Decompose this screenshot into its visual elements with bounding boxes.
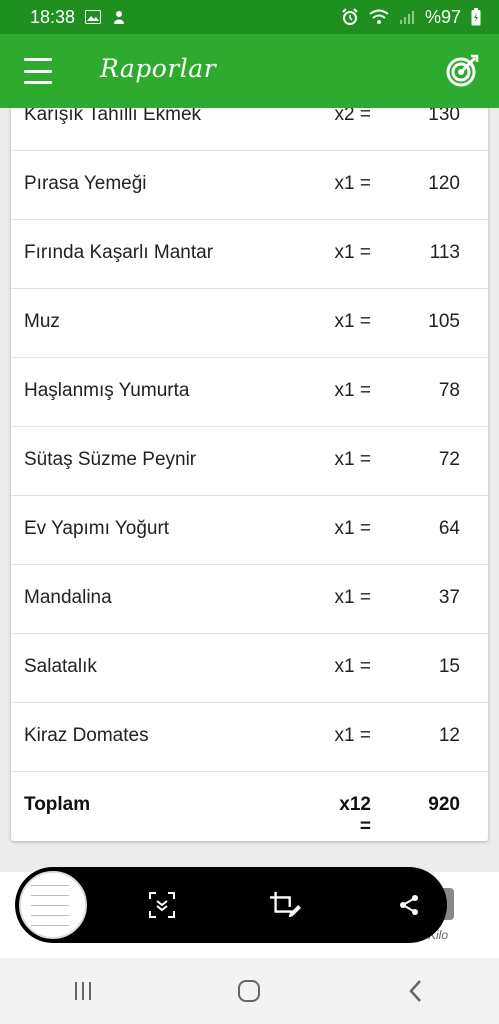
item-quantity: x1 = bbox=[334, 725, 371, 746]
scroll-capture-icon[interactable] bbox=[146, 889, 178, 921]
item-value: 12 bbox=[438, 725, 460, 746]
dog-icon bbox=[111, 9, 127, 25]
battery-icon bbox=[471, 8, 481, 26]
item-value: 64 bbox=[438, 518, 460, 539]
page-title: Raporlar bbox=[100, 54, 217, 83]
item-quantity: x1 = bbox=[334, 449, 371, 470]
menu-icon[interactable] bbox=[24, 58, 52, 84]
status-left: 18:38 bbox=[30, 7, 127, 28]
navigation-bar bbox=[0, 958, 499, 1024]
home-icon[interactable] bbox=[229, 971, 269, 1011]
item-name: Sütaş Süzme Peynir bbox=[24, 449, 197, 470]
crop-edit-icon[interactable] bbox=[269, 889, 301, 921]
item-value: 130 bbox=[428, 108, 460, 125]
list-item[interactable]: Ev Yapımı Yoğurt x1 = 64 bbox=[11, 496, 488, 565]
item-quantity: x1 = bbox=[334, 518, 371, 539]
list-item[interactable]: Fırında Kaşarlı Mantar x1 = 113 bbox=[11, 220, 488, 289]
item-value: 78 bbox=[438, 380, 460, 401]
item-name: Muz bbox=[24, 311, 60, 332]
alarm-icon bbox=[341, 8, 359, 26]
item-name: Karışık Tahıllı Ekmek bbox=[24, 108, 202, 125]
recent-apps-icon[interactable] bbox=[63, 971, 103, 1011]
status-right: %97 bbox=[341, 7, 481, 28]
item-name: Salatalık bbox=[24, 656, 97, 677]
share-icon[interactable] bbox=[393, 889, 425, 921]
total-row: Toplam x12 = 920 bbox=[11, 772, 488, 841]
app-bar: Raporlar bbox=[0, 34, 499, 108]
list-item[interactable]: Muz x1 = 105 bbox=[11, 289, 488, 358]
item-name: Kiraz Domates bbox=[24, 725, 149, 746]
item-value: 105 bbox=[428, 311, 460, 332]
list-item[interactable]: Haşlanmış Yumurta x1 = 78 bbox=[11, 358, 488, 427]
item-quantity: x1 = bbox=[334, 311, 371, 332]
list-item[interactable]: Mandalina x1 = 37 bbox=[11, 565, 488, 634]
list-item[interactable]: Kiraz Domates x1 = 12 bbox=[11, 703, 488, 772]
item-name: Ev Yapımı Yoğurt bbox=[24, 518, 170, 539]
item-value: 120 bbox=[428, 173, 460, 194]
report-card: Karışık Tahıllı Ekmek x2 = 130 Pırasa Yemeğ… bbox=[11, 108, 488, 841]
report-content[interactable]: Karışık Tahıllı Ekmek x2 = 130 Pırasa Yemeğ… bbox=[0, 108, 499, 868]
total-value: 920 bbox=[428, 794, 460, 815]
item-name: Pırasa Yemeği bbox=[24, 173, 147, 194]
list-item[interactable]: Karışık Tahıllı Ekmek x2 = 130 bbox=[11, 108, 488, 151]
item-value: 37 bbox=[438, 587, 460, 608]
item-quantity: x1 = bbox=[334, 173, 371, 194]
status-bar: 18:38 %97 bbox=[0, 0, 499, 34]
total-qty: x12 = bbox=[339, 794, 371, 837]
list-item[interactable]: Sütaş Süzme Peynir x1 = 72 bbox=[11, 427, 488, 496]
wifi-icon bbox=[369, 9, 389, 25]
item-quantity: x1 = bbox=[334, 587, 371, 608]
list-item[interactable]: Salatalık x1 = 15 bbox=[11, 634, 488, 703]
item-name: Haşlanmış Yumurta bbox=[24, 380, 190, 401]
item-value: 72 bbox=[438, 449, 460, 470]
image-icon bbox=[85, 10, 102, 24]
battery-percent: %97 bbox=[424, 6, 461, 27]
item-quantity: x1 = bbox=[334, 380, 371, 401]
item-value: 15 bbox=[438, 656, 460, 677]
signal-icon bbox=[399, 9, 415, 25]
screenshot-thumbnail[interactable] bbox=[19, 871, 87, 939]
target-icon[interactable] bbox=[445, 54, 479, 88]
status-time: 18:38 bbox=[30, 6, 76, 27]
item-quantity: x1 = bbox=[334, 242, 371, 263]
item-name: Mandalina bbox=[24, 587, 112, 608]
item-name: Fırında Kaşarlı Mantar bbox=[24, 242, 214, 263]
item-quantity: x2 = bbox=[334, 108, 371, 125]
item-value: 113 bbox=[429, 242, 460, 263]
total-name: Toplam bbox=[24, 794, 91, 815]
screenshot-toolbar bbox=[15, 867, 447, 943]
list-item[interactable]: Pırasa Yemeği x1 = 120 bbox=[11, 151, 488, 220]
back-icon[interactable] bbox=[396, 971, 436, 1011]
item-quantity: x1 = bbox=[334, 656, 371, 677]
